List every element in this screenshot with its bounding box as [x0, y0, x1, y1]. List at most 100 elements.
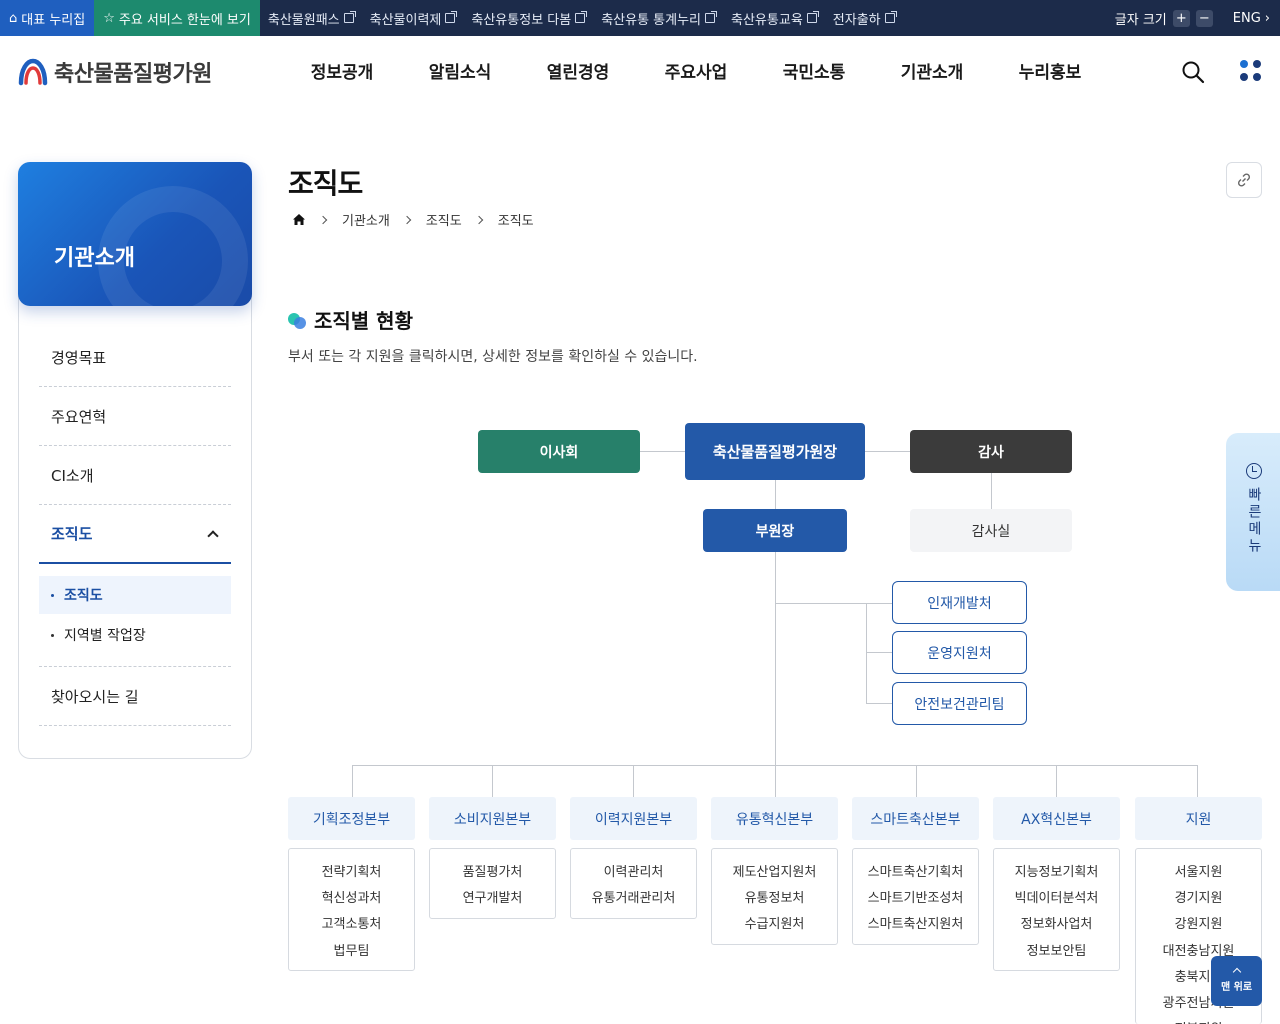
gnb-promotion[interactable]: 누리홍보: [991, 58, 1109, 83]
org-branch[interactable]: 서울지원: [1136, 857, 1261, 883]
connector-line: [775, 480, 776, 509]
org-hq-smart[interactable]: 스마트축산본부: [852, 797, 979, 840]
connector-line: [775, 552, 776, 765]
gnb-major-business[interactable]: 주요사업: [637, 58, 755, 83]
topbar-tools: 글자 크기 + − ENG ›: [1115, 9, 1280, 28]
side-nav-item-directions[interactable]: 찾아오시는 길: [39, 667, 231, 726]
chevron-right-icon: ›: [1264, 10, 1270, 26]
all-menu-icon[interactable]: [1240, 60, 1262, 82]
org-dept[interactable]: 정보보안팀: [994, 936, 1119, 962]
connector-line: [866, 703, 892, 704]
topbar-link-onepass[interactable]: 축산물원패스: [260, 9, 362, 28]
main-site-link[interactable]: ⌂ 대표 누리집: [0, 0, 95, 36]
org-vice-president[interactable]: 부원장: [703, 509, 847, 552]
chevron-right-icon: [318, 215, 328, 224]
org-hq-traceability[interactable]: 이력지원본부: [570, 797, 697, 840]
breadcrumb-org[interactable]: 조직도: [426, 210, 462, 229]
service-overview-link[interactable]: ☆ 주요 서비스 한눈에 보기: [94, 0, 260, 36]
org-hq-planning-depts: 전략기획처 혁신성과처 고객소통처 법무팀: [288, 848, 415, 972]
org-dept[interactable]: 유통거래관리처: [571, 883, 696, 909]
org-hq-ax[interactable]: AX혁신본부: [993, 797, 1120, 840]
org-dept[interactable]: 혁신성과처: [289, 883, 414, 909]
org-dept[interactable]: 수급지원처: [712, 910, 837, 936]
breadcrumb-about[interactable]: 기관소개: [342, 210, 390, 229]
org-dept[interactable]: 스마트기반조성처: [853, 883, 978, 909]
chevron-up-icon: [1232, 967, 1241, 977]
topbar-link-dabom[interactable]: 축산유통정보 다봄: [463, 9, 593, 28]
share-link-button[interactable]: [1226, 162, 1262, 198]
quick-menu-tab[interactable]: 빠른메뉴: [1226, 433, 1280, 591]
org-dept[interactable]: 빅데이터분석처: [994, 883, 1119, 909]
chevron-up-icon: [207, 529, 219, 542]
topbar-link-stats[interactable]: 축산유통 통계누리: [593, 9, 723, 28]
org-hq-planning[interactable]: 기획조정본부: [288, 797, 415, 840]
connector-line: [991, 473, 992, 509]
org-hq-consumer[interactable]: 소비지원본부: [429, 797, 556, 840]
side-nav-item-org-chart[interactable]: 조직도: [39, 505, 231, 564]
gnb-communication[interactable]: 국민소통: [755, 58, 873, 83]
main-navigation: 정보공개 알림소식 열린경영 주요사업 국민소통 기관소개 누리홍보: [283, 58, 1109, 83]
org-dept[interactable]: 연구개발처: [430, 883, 555, 909]
org-ceo[interactable]: 축산물품질평가원장: [685, 423, 865, 480]
external-link-icon: [806, 11, 819, 23]
org-dept[interactable]: 지능정보기획처: [994, 857, 1119, 883]
section-description: 부서 또는 각 지원을 클릭하시면, 상세한 정보를 확인하실 수 있습니다.: [288, 349, 698, 365]
org-audit[interactable]: 감사: [910, 430, 1072, 473]
back-to-top-button[interactable]: 맨 위로: [1211, 956, 1262, 1006]
english-site-link[interactable]: ENG ›: [1233, 11, 1270, 26]
org-board[interactable]: 이사회: [478, 430, 640, 473]
org-branch[interactable]: 강원지원: [1136, 910, 1261, 936]
breadcrumb-current[interactable]: 조직도: [498, 210, 534, 229]
font-increase-button[interactable]: +: [1172, 9, 1190, 27]
logo-text: 축산물품질평가원: [54, 62, 212, 87]
org-dept[interactable]: 품질평가처: [430, 857, 555, 883]
side-nav-item-goals[interactable]: 경영목표: [39, 328, 231, 387]
external-link-icon: [884, 11, 897, 23]
external-link-icon: [343, 11, 356, 23]
org-dept[interactable]: 이력관리처: [571, 857, 696, 883]
external-link-icon: [575, 11, 588, 23]
side-nav-item-history[interactable]: 주요연혁: [39, 387, 231, 446]
link-icon: [1237, 173, 1251, 187]
connector-line: [866, 652, 892, 653]
gnb-news[interactable]: 알림소식: [401, 58, 519, 83]
external-link-icon: [445, 11, 458, 23]
connector-line: [865, 451, 910, 452]
site-logo[interactable]: 축산물품질평가원: [18, 56, 212, 88]
org-dept[interactable]: 전략기획처: [289, 857, 414, 883]
side-nav-sub-regional-sites[interactable]: 지역별 작업장: [39, 616, 231, 654]
org-dept[interactable]: 고객소통처: [289, 910, 414, 936]
star-icon: ☆: [103, 10, 115, 26]
topbar-link-edu[interactable]: 축산유통교육: [723, 9, 825, 28]
org-branch[interactable]: 전북지원: [1136, 1015, 1261, 1024]
org-staff-safety[interactable]: 안전보건관리팀: [892, 682, 1027, 725]
org-dept[interactable]: 스마트축산지원처: [853, 910, 978, 936]
gnb-info-disclosure[interactable]: 정보공개: [283, 58, 401, 83]
org-staff-operations[interactable]: 운영지원처: [892, 631, 1027, 674]
org-dept[interactable]: 법무팀: [289, 936, 414, 962]
gnb-about[interactable]: 기관소개: [873, 58, 991, 83]
home-icon[interactable]: [292, 213, 306, 226]
org-branches[interactable]: 지원: [1135, 797, 1262, 840]
org-dept[interactable]: 정보화사업처: [994, 910, 1119, 936]
org-hq-distribution[interactable]: 유통혁신본부: [711, 797, 838, 840]
topbar-link-eshipping[interactable]: 전자출하: [825, 9, 903, 28]
connector-line: [916, 765, 917, 797]
topbar-link-trace[interactable]: 축산물이력제: [362, 9, 464, 28]
connector-line: [1056, 765, 1057, 797]
search-icon[interactable]: [1181, 60, 1205, 84]
bullet-icon: [288, 311, 306, 329]
org-staff-hr[interactable]: 인재개발처: [892, 581, 1027, 624]
connector-line: [866, 603, 867, 703]
org-dept[interactable]: 유통정보처: [712, 883, 837, 909]
org-audit-office[interactable]: 감사실: [910, 509, 1072, 552]
side-nav-sub-org-chart[interactable]: 조직도: [39, 576, 231, 614]
side-nav-item-ci[interactable]: CI소개: [39, 446, 231, 505]
connector-line: [640, 451, 685, 452]
gnb-open-management[interactable]: 열린경영: [519, 58, 637, 83]
font-decrease-button[interactable]: −: [1195, 9, 1213, 27]
org-branch[interactable]: 경기지원: [1136, 883, 1261, 909]
external-link-icon: [705, 11, 718, 23]
org-dept[interactable]: 스마트축산기획처: [853, 857, 978, 883]
org-dept[interactable]: 제도산업지원처: [712, 857, 837, 883]
